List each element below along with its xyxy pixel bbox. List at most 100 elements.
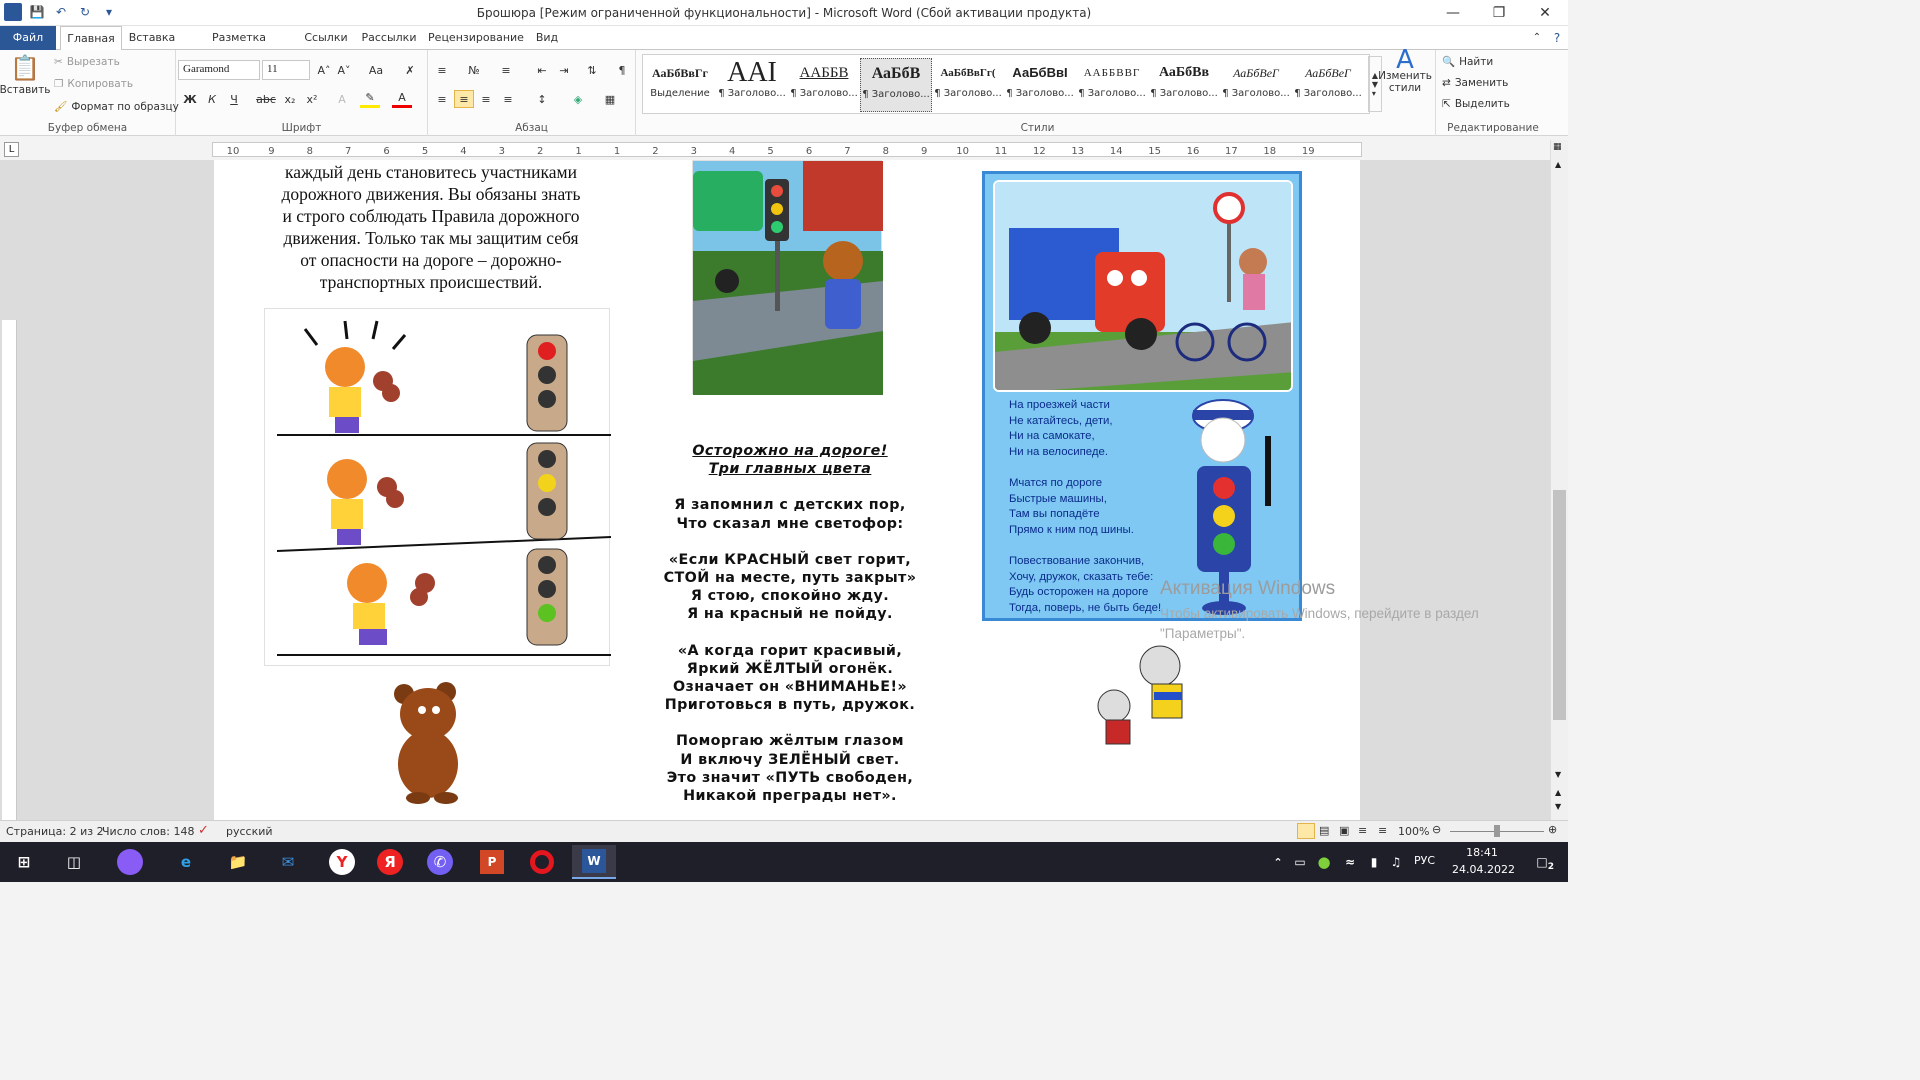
proofing-icon[interactable]: ✓ xyxy=(198,823,209,838)
tab-review[interactable]: Рецензирование xyxy=(426,26,526,50)
scroll-up-icon[interactable]: ▲ xyxy=(1555,160,1561,169)
page-indicator[interactable]: Страница: 2 из 2 xyxy=(6,825,104,838)
style-item[interactable]: ААББВ ¶ Заголово... xyxy=(788,58,860,112)
language-indicator[interactable]: русский xyxy=(226,825,273,838)
zoom-in-icon[interactable]: ⊕ xyxy=(1548,823,1557,836)
style-item[interactable]: AAI ¶ Заголово... xyxy=(716,58,788,112)
grow-font-icon[interactable]: A˄ xyxy=(314,61,334,79)
change-case-icon[interactable]: Aa xyxy=(366,61,386,79)
draft-view-icon[interactable]: ≡ xyxy=(1378,824,1387,837)
align-left-icon[interactable]: ≡ xyxy=(432,90,452,108)
line-spacing-icon[interactable]: ↕ xyxy=(532,90,552,108)
superscript-icon[interactable]: x² xyxy=(302,90,322,108)
input-language[interactable]: РУС xyxy=(1414,854,1435,867)
edge-icon[interactable]: e xyxy=(170,848,202,876)
style-item[interactable]: АаБбВвГг(¶ Заголово... xyxy=(932,58,1004,112)
borders-icon[interactable]: ▦ xyxy=(600,90,620,108)
subscript-icon[interactable]: x₂ xyxy=(280,90,300,108)
clock[interactable]: 18:41 24.04.2022 xyxy=(1452,844,1515,878)
underline-icon[interactable]: Ч xyxy=(224,90,244,108)
outline-view-icon[interactable]: ≡ xyxy=(1358,824,1367,837)
text-effects-icon[interactable]: A xyxy=(332,90,352,108)
change-styles-button[interactable]: A Изменить стили xyxy=(1378,47,1432,94)
style-item[interactable]: АаБбВвГг Выделение xyxy=(644,58,716,112)
italic-icon[interactable]: К xyxy=(202,90,222,108)
yandex-icon[interactable]: Я xyxy=(377,849,403,875)
align-right-icon[interactable]: ≡ xyxy=(476,90,496,108)
bear-traffic-light-illustration[interactable] xyxy=(692,160,883,395)
file-explorer-icon[interactable]: 📁 xyxy=(222,848,254,876)
mail-icon[interactable]: ✉ xyxy=(272,848,304,876)
style-item[interactable]: АаБбВвI ¶ Заголово... xyxy=(1004,58,1076,112)
multilevel-list-icon[interactable]: ≡ xyxy=(496,61,516,79)
word-count[interactable]: Число слов: 148 xyxy=(102,825,195,838)
style-item[interactable]: ААББВВГ ¶ Заголово... xyxy=(1076,58,1148,112)
restore-button[interactable]: ❐ xyxy=(1476,0,1522,26)
style-item[interactable]: АаБбВв ¶ Заголово... xyxy=(1148,58,1220,112)
tab-references[interactable]: Ссылки xyxy=(300,26,352,50)
bullets-icon[interactable]: ≡ xyxy=(432,61,452,79)
strikethrough-icon[interactable]: abc xyxy=(256,90,276,108)
close-button[interactable]: ✕ xyxy=(1522,0,1568,26)
ruler-toggle-icon[interactable]: ▦ xyxy=(1553,142,1562,152)
road-safety-poster[interactable]: На проезжей части Не катайтесь, дети, Ни… xyxy=(982,171,1302,621)
alice-icon[interactable] xyxy=(117,849,143,875)
copy-button[interactable]: ❐ Копировать xyxy=(54,78,133,90)
minimize-ribbon-icon[interactable]: ⌃ xyxy=(1528,26,1546,50)
vertical-ruler[interactable] xyxy=(2,320,17,820)
traffic-light-poem[interactable]: Осторожно на дороге! Три главных цвета Я… xyxy=(640,442,940,805)
zoom-level[interactable]: 100% xyxy=(1398,825,1429,838)
font-name-field[interactable]: Garamond xyxy=(178,60,260,80)
highlight-icon[interactable]: ✎ xyxy=(360,90,380,108)
minimize-button[interactable]: — xyxy=(1430,0,1476,26)
tab-page-layout[interactable]: Разметка страницы xyxy=(184,26,294,68)
style-item[interactable]: АаБбВеГ ¶ Заголово... xyxy=(1292,58,1364,112)
yandex-browser-icon[interactable]: Y xyxy=(329,849,355,875)
format-painter-button[interactable]: 🖌 Формат по образцу xyxy=(54,100,179,114)
select-button[interactable]: ⇱ Выделить xyxy=(1442,98,1510,110)
align-center-icon[interactable]: ≡ xyxy=(454,90,474,108)
zoom-slider-handle[interactable] xyxy=(1494,825,1500,837)
scrollbar-thumb[interactable] xyxy=(1553,490,1566,720)
tab-home[interactable]: Главная xyxy=(60,26,122,51)
font-color-icon[interactable]: A xyxy=(392,90,412,108)
previous-page-icon[interactable]: ▲ xyxy=(1555,788,1561,797)
decrease-indent-icon[interactable]: ⇤ xyxy=(532,61,552,79)
style-item[interactable]: АаБбВеГ ¶ Заголово... xyxy=(1220,58,1292,112)
style-item[interactable]: АаБбВ ¶ Заголово... xyxy=(860,58,932,112)
task-view-icon[interactable]: ◫ xyxy=(58,848,90,876)
shading-icon[interactable]: ◈ xyxy=(568,90,588,108)
web-layout-icon[interactable]: ▣ xyxy=(1339,824,1349,837)
help-icon[interactable]: ? xyxy=(1548,26,1566,50)
scroll-down-icon[interactable]: ▼ xyxy=(1555,770,1561,779)
tab-mailings[interactable]: Рассылки xyxy=(358,26,420,50)
justify-icon[interactable]: ≡ xyxy=(498,90,518,108)
opera-icon[interactable] xyxy=(530,850,554,874)
tab-view[interactable]: Вид xyxy=(530,26,564,50)
intro-paragraph[interactable]: каждый день становитесь участниками доро… xyxy=(256,161,606,293)
cut-button[interactable]: ✂ Вырезать xyxy=(54,56,120,68)
pilcrow-icon[interactable]: ¶ xyxy=(612,61,632,79)
shrink-font-icon[interactable]: A˅ xyxy=(334,61,354,79)
clear-format-icon[interactable]: ✗ xyxy=(400,61,420,79)
notification-center-icon[interactable]: □ 2 xyxy=(1526,848,1558,876)
sort-icon[interactable]: ⇅ xyxy=(582,61,602,79)
print-layout-icon[interactable] xyxy=(1297,823,1315,839)
find-button[interactable]: 🔍 Найти xyxy=(1442,55,1493,69)
word-taskbar-icon[interactable]: W xyxy=(582,849,606,873)
tab-file[interactable]: Файл xyxy=(0,26,56,50)
winnie-pooh-illustration[interactable] xyxy=(388,680,474,806)
numbering-icon[interactable]: № xyxy=(464,61,484,79)
font-size-field[interactable]: 11 xyxy=(262,60,310,80)
powerpoint-icon[interactable]: P xyxy=(480,850,504,874)
tab-selector-icon[interactable]: L xyxy=(4,142,19,157)
increase-indent-icon[interactable]: ⇥ xyxy=(554,61,574,79)
volume-icon[interactable]: ♫ xyxy=(1380,848,1412,876)
zoom-out-icon[interactable]: ⊖ xyxy=(1432,823,1441,836)
traffic-light-boy-illustration[interactable] xyxy=(264,308,612,666)
bold-icon[interactable]: Ж xyxy=(180,90,200,108)
windows-start-icon[interactable]: ⊞ xyxy=(8,848,40,876)
horizontal-ruler[interactable]: 10 9 8 7 6 5 4 3 2 1 1 2 3 4 5 6 7 8 9 10 11 12 13 14 15 16 17 18 19 xyxy=(212,142,1362,157)
viber-icon[interactable]: ✆ xyxy=(427,849,453,875)
mice-cartoon-illustration[interactable] xyxy=(1080,636,1204,754)
